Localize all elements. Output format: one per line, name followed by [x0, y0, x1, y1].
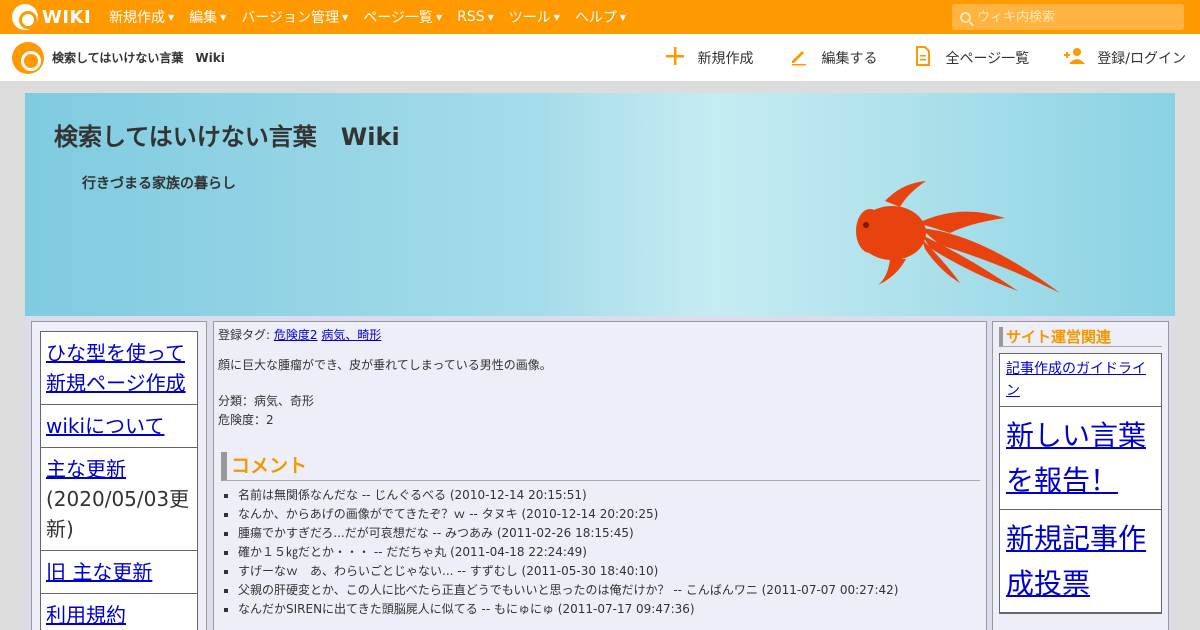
site-header: 検索してはいけない言葉 Wiki 新規作成 編集する 全ページ一覧 登録/ログイ… — [0, 34, 1200, 82]
action-label: 登録/ログイン — [1097, 51, 1186, 67]
sidebar-item-new-page: ひな型を使って新規ページ作成 — [41, 332, 197, 405]
menu-label: ページ一覧 — [363, 10, 433, 26]
article-description: 顔に巨大な腫瘤ができ、皮が垂れてしまっている男性の画像。 — [218, 358, 552, 372]
action-label: 新規作成 — [697, 51, 754, 67]
caret-down-icon: ▼ — [553, 12, 560, 22]
all-pages-button[interactable]: 全ページ一覧 — [912, 45, 1030, 71]
menu-label: ツール — [508, 10, 551, 26]
right-sidebar: サイト運営関連 記事作成のガイドライン 新しい言葉を報告！ 新規記事作成投票 — [992, 321, 1169, 630]
menu-label: 編集 — [189, 10, 218, 26]
tags-label: 登録タグ: — [218, 328, 271, 342]
edit-button[interactable]: 編集する — [788, 46, 878, 71]
category-text: 分類：病気、奇形 — [218, 394, 315, 408]
caret-down-icon: ▼ — [487, 12, 494, 22]
site-name[interactable]: 検索してはいけない言葉 Wiki — [52, 49, 225, 66]
wiki-search — [952, 4, 1184, 30]
sidebar-link[interactable]: wikiについて — [46, 414, 164, 438]
menu-label: バージョン管理 — [241, 10, 340, 26]
page-title[interactable]: 検索してはいけない言葉 Wiki — [54, 117, 400, 152]
action-label: 編集する — [821, 51, 878, 67]
tag-link[interactable]: 危険度2 — [274, 328, 318, 342]
caret-down-icon: ▼ — [342, 12, 349, 22]
comment-item: なんか、からあげの画像がでてきたぞ？ｗ -- タヌキ (2010-12-14 2… — [238, 505, 982, 524]
comment-item: 名前は無関係なんだな -- じんぐるべる (2010-12-14 20:15:5… — [238, 486, 982, 505]
sidebar-link[interactable]: 旧 主な更新 — [46, 560, 152, 584]
menu-version[interactable]: バージョン管理 ▼ — [241, 7, 348, 27]
logo-text: WIKI — [42, 6, 92, 28]
right-item-report: 新しい言葉を報告！ — [1000, 407, 1161, 510]
menu-help[interactable]: ヘルプ ▼ — [575, 7, 626, 27]
login-button[interactable]: 登録/ログイン — [1063, 46, 1186, 71]
site-actions: 新規作成 編集する 全ページ一覧 登録/ログイン — [630, 34, 1186, 82]
menu-label: ヘルプ — [574, 10, 617, 26]
content-area: ひな型を使って新規ページ作成 wikiについて 主な更新 (2020/05/03更… — [25, 316, 1175, 630]
search-input[interactable] — [977, 9, 1167, 25]
comment-list: 名前は無関係なんだな -- じんぐるべる (2010-12-14 20:15:5… — [238, 486, 982, 619]
right-link[interactable]: 新規記事作成投票 — [1006, 522, 1146, 600]
right-menu: 記事作成のガイドライン 新しい言葉を報告！ 新規記事作成投票 — [999, 353, 1162, 614]
caret-down-icon: ▼ — [220, 12, 227, 22]
menu-pages[interactable]: ページ一覧 ▼ — [363, 7, 442, 27]
sidebar-link[interactable]: 利用規約 — [46, 603, 126, 627]
search-icon — [960, 11, 971, 23]
right-item-vote: 新規記事作成投票 — [1000, 510, 1161, 613]
tag-list: 登録タグ: 危険度2 病気、畸形 — [218, 326, 982, 346]
menu-label: 新規作成 — [109, 10, 165, 26]
sidebar-item-old-updates: 旧 主な更新 — [41, 551, 197, 594]
menu-label: RSS — [457, 9, 485, 25]
caret-down-icon: ▼ — [619, 12, 627, 22]
atwiki-logo[interactable]: WIKI — [12, 4, 92, 30]
comment-item: 腫瘍でかすぎだろ...だが可哀想だな -- みつあみ (2011-02-26 1… — [238, 524, 982, 543]
menu-new[interactable]: 新規作成 ▼ — [109, 7, 174, 27]
comment-heading: コメント — [221, 452, 980, 481]
right-link[interactable]: 記事作成のガイドライン — [1006, 361, 1146, 399]
site-tagline: 行きづまる家族の暮らし — [82, 176, 236, 192]
menu-tools[interactable]: ツール ▼ — [509, 7, 560, 27]
comment-item: すげーなｗ あ、わらいごとじゃない... -- すずむし (2011-05-30… — [238, 562, 982, 581]
comment-item: 父親の肝硬変とか、この人に比べたら正直どうでもいいと思ったのは俺だけか？ -- … — [238, 581, 982, 600]
sidebar-item-about: wikiについて — [41, 405, 197, 448]
left-sidebar: ひな型を使って新規ページ作成 wikiについて 主な更新 (2020/05/03更… — [31, 321, 207, 630]
main-content: 登録タグ: 危険度2 病気、畸形 顔に巨大な腫瘤ができ、皮が垂れてしまっている男… — [213, 321, 987, 630]
plus-icon — [664, 46, 686, 71]
right-sidebar-heading: サイト運営関連 — [999, 327, 1162, 347]
right-item-guideline: 記事作成のガイドライン — [1000, 354, 1161, 407]
goldfish-illustration — [856, 181, 1060, 293]
site-logo-icon[interactable] — [12, 41, 44, 74]
left-menu: ひな型を使って新規ページ作成 wikiについて 主な更新 (2020/05/03更… — [40, 331, 198, 630]
danger-level-text: 危険度：2 — [218, 413, 274, 427]
article-meta: 分類：病気、奇形 危険度：2 — [218, 392, 982, 430]
update-date: (2020/05/03更新) — [46, 487, 190, 541]
sidebar-link[interactable]: 主な更新 — [46, 457, 126, 481]
at-logo-icon — [12, 4, 38, 30]
action-label: 全ページ一覧 — [945, 51, 1030, 67]
caret-down-icon: ▼ — [168, 12, 175, 22]
document-icon — [912, 45, 934, 71]
comment-item: 確か１５㎏だとか・・・ -- だだちゃ丸 (2011-04-18 22:24:4… — [238, 543, 982, 562]
comment-item: なんだかSIRENに出てきた頭脳屍人に似てる -- もにゅにゅ (2011-07… — [238, 600, 982, 619]
tag-link[interactable]: 病気、畸形 — [321, 328, 381, 342]
right-link[interactable]: 新しい言葉を報告！ — [1006, 419, 1146, 497]
sidebar-item-terms: 利用規約 — [41, 594, 197, 630]
caret-down-icon: ▼ — [435, 12, 443, 22]
sidebar-item-updates: 主な更新 (2020/05/03更新) — [41, 448, 197, 551]
menu-edit[interactable]: 編集 ▼ — [189, 7, 226, 27]
sidebar-link[interactable]: ひな型を使って新規ページ作成 — [46, 341, 186, 395]
user-add-icon — [1063, 46, 1086, 71]
site-banner: 検索してはいけない言葉 Wiki 行きづまる家族の暮らし — [25, 93, 1175, 316]
global-header: WIKI 新規作成 ▼ 編集 ▼ バージョン管理 ▼ ページ一覧 ▼ RSS ▼ ツール ▼… — [0, 0, 1200, 34]
global-menu: 新規作成 ▼ 編集 ▼ バージョン管理 ▼ ページ一覧 ▼ RSS ▼ ツール ▼ ヘルプ ▼ — [109, 7, 641, 27]
pencil-icon — [788, 46, 810, 71]
menu-rss[interactable]: RSS ▼ — [457, 7, 494, 27]
new-page-button[interactable]: 新規作成 — [664, 46, 754, 71]
